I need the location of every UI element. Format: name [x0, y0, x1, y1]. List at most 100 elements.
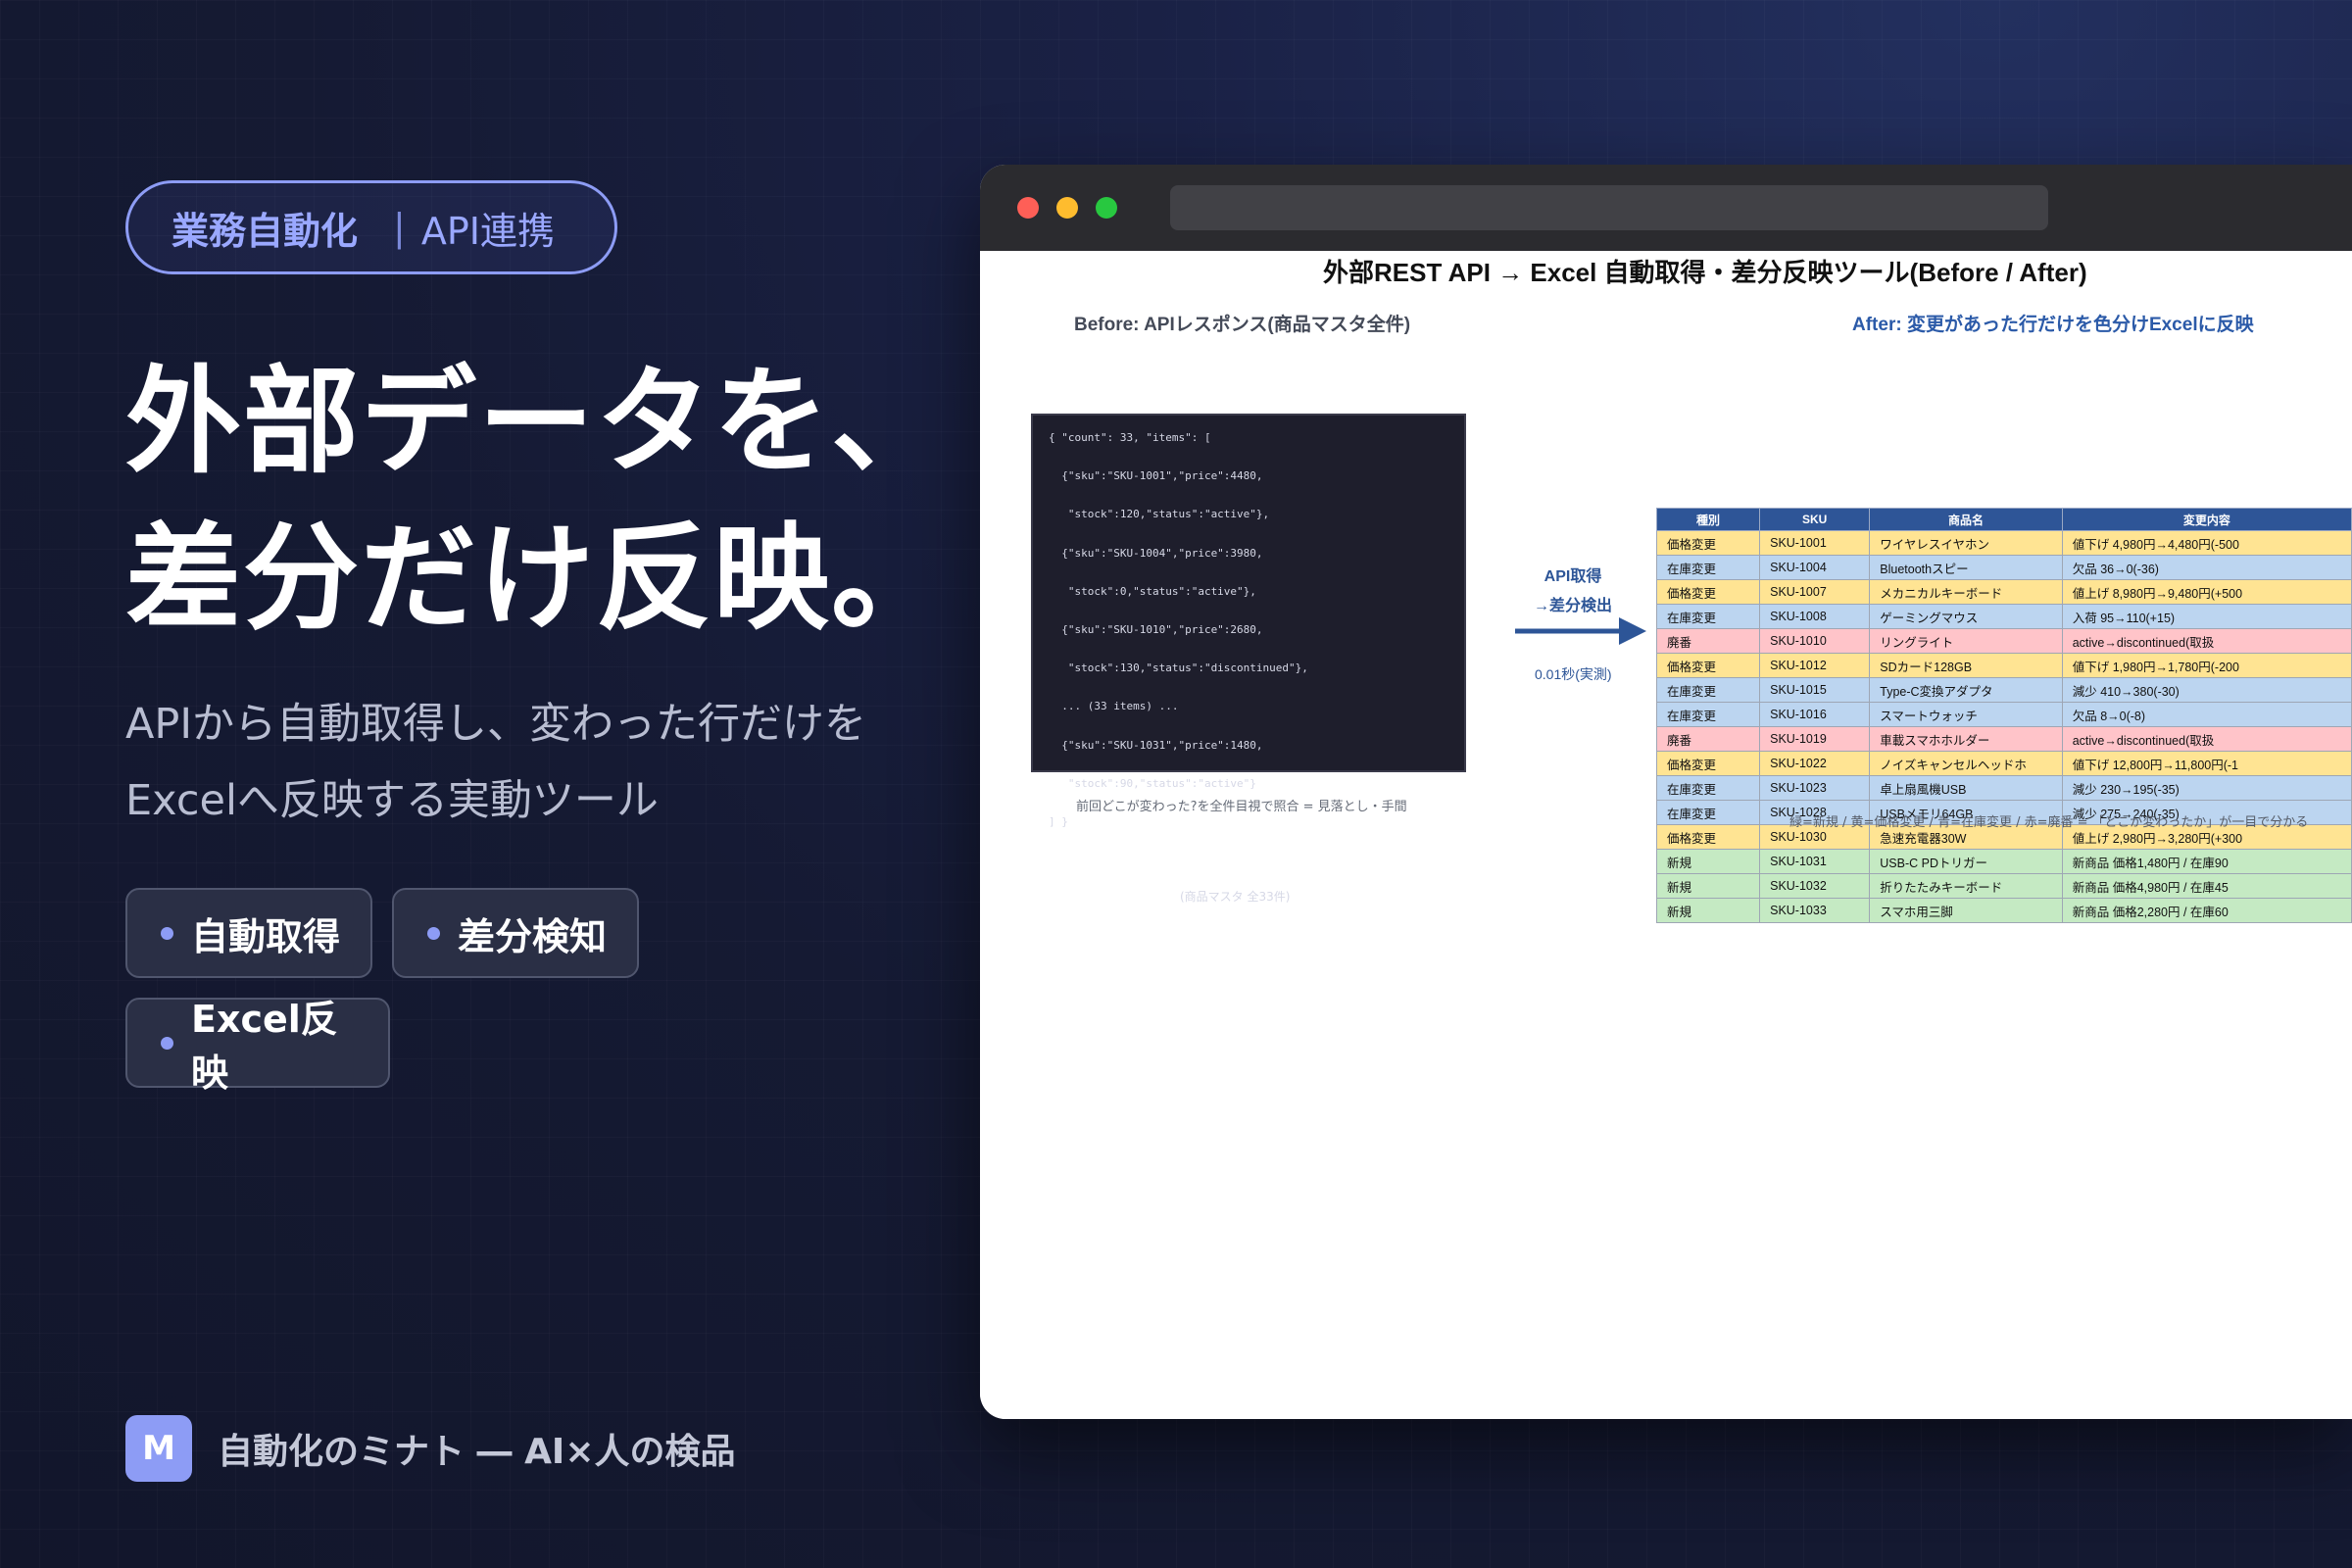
table-row: 価格変更 SKU-1022 ノイズキャンセルヘッドホ 値下げ 12,800円→11,8… — [1655, 751, 2352, 776]
cell-sku: SKU-1001 — [1759, 530, 1871, 556]
maximize-window-icon[interactable] — [1096, 197, 1117, 219]
after-label: After: 変更があった行だけを色分けExcelに反映 — [1852, 315, 2254, 335]
cell-kind: 在庫変更 — [1655, 775, 1761, 801]
brand-footer: M 自動化のミナト ― AI×人の検品 — [125, 1415, 736, 1482]
cell-product-name: Type-C変換アダプタ — [1869, 677, 2063, 703]
tag-label: 差分検知 — [458, 914, 608, 958]
bullet-dot-icon — [161, 1036, 173, 1050]
cell-kind: 廃番 — [1655, 726, 1761, 752]
code-line: ... (33 items) ... — [1049, 700, 1179, 713]
tag-excel-reflect: Excel反映 — [125, 998, 390, 1095]
cell-sku: SKU-1022 — [1759, 751, 1871, 776]
table-row: 在庫変更 SKU-1023 卓上扇風機USB 減少 230→195(-35) — [1655, 775, 2352, 801]
close-window-icon[interactable] — [1017, 197, 1039, 219]
cell-change: active→discontinued(取扱 — [2061, 628, 2352, 654]
cell-sku: SKU-1010 — [1759, 628, 1871, 654]
cell-change: active→discontinued(取扱 — [2061, 726, 2352, 752]
cell-sku: SKU-1015 — [1759, 677, 1871, 703]
subtitle-line-2: Excelへ反映する実動ツール — [125, 776, 659, 825]
tag-auto-fetch: 自動取得 — [125, 888, 372, 978]
tag-label: Excel反映 — [191, 998, 338, 1095]
header-kind: 種別 — [1655, 508, 1761, 531]
cell-kind: 在庫変更 — [1655, 555, 1761, 580]
minimize-window-icon[interactable] — [1056, 197, 1078, 219]
headline-line-2: 差分だけ反映。 — [125, 511, 950, 646]
code-line: {"sku":"SKU-1001","price":4480, — [1049, 469, 1263, 483]
cell-sku: SKU-1008 — [1759, 604, 1871, 629]
tag-diff-detect: 差分検知 — [392, 888, 639, 978]
code-line: {"sku":"SKU-1004","price":3980, — [1049, 546, 1263, 560]
code-line: {"sku":"SKU-1010","price":2680, — [1049, 622, 1263, 636]
cell-change: 欠品 8→0(-8) — [2061, 702, 2352, 727]
browser-toolbar — [980, 165, 2352, 251]
table-row: 新規 SKU-1031 USB-C PDトリガー 新商品 価格1,480円 / 在庫9… — [1655, 849, 2352, 874]
cell-product-name: スマートウォッチ — [1869, 702, 2063, 727]
code-line: "stock":120,"status":"active"}, — [1049, 508, 1270, 521]
tag-label: 自動取得 — [191, 914, 341, 958]
cell-change: 入荷 95→110(+15) — [2061, 604, 2352, 629]
cell-product-name: Bluetoothスピー — [1869, 555, 2063, 580]
bullet-dot-icon — [427, 926, 440, 940]
table-row: 廃番 SKU-1019 車載スマホホルダー active→discontinued(取… — [1655, 726, 2352, 752]
cell-kind: 新規 — [1655, 849, 1761, 874]
category-secondary: API連携 — [420, 209, 555, 253]
arrow-label-line-1: API取得 — [1544, 568, 1602, 585]
cell-kind: 価格変更 — [1655, 824, 1761, 850]
api-response-code: { "count": 33, "items": [ {"sku":"SKU-10… — [1031, 414, 1466, 904]
cell-change: 値下げ 1,980円→1,780円(-200 — [2061, 653, 2352, 678]
cell-sku: SKU-1004 — [1759, 555, 1871, 580]
cell-product-name: 折りたたみキーボード — [1869, 873, 2063, 899]
before-caption: 前回どこが変わった?を全件目視で照合 = 見落とし・手間 — [1076, 800, 1407, 814]
cell-kind: 価格変更 — [1655, 530, 1761, 556]
header-product-name: 商品名 — [1869, 508, 2063, 531]
code-line: { "count": 33, "items": [ — [1049, 431, 1211, 444]
category-primary: 業務自動化 — [172, 209, 359, 253]
cell-change: 値下げ 12,800円→11,800円(-1 — [2061, 751, 2352, 776]
table-row: 新規 SKU-1032 折りたたみキーボード 新商品 価格4,980円 / 在庫45 — [1655, 873, 2352, 899]
before-label: Before: APIレスポンス(商品マスタ全件) — [1074, 315, 1411, 335]
cell-sku: SKU-1012 — [1759, 653, 1871, 678]
cell-sku: SKU-1032 — [1759, 873, 1871, 899]
cell-change: 値下げ 4,980円→4,480円(-500 — [2061, 530, 2352, 556]
cell-product-name: ノイズキャンセルヘッドホ — [1869, 751, 2063, 776]
brand-logo: M — [125, 1415, 192, 1482]
category-pill: 業務自動化 | API連携 — [125, 180, 617, 274]
subtitle: APIから自動取得し、変わった行だけを Excelへ反映する実動ツール — [125, 686, 866, 839]
browser-window: 外部REST API → Excel 自動取得・差分反映ツール(Before /… — [980, 165, 2352, 1419]
cell-change: 新商品 価格4,980円 / 在庫45 — [2061, 873, 2352, 899]
table-row: 価格変更 SKU-1001 ワイヤレスイヤホン 値下げ 4,980円→4,480円(-… — [1655, 530, 2352, 556]
cell-kind: 在庫変更 — [1655, 604, 1761, 629]
address-bar[interactable] — [1170, 185, 2048, 230]
headline: 外部データを、 差分だけ反映。 — [125, 343, 949, 657]
code-line: "stock":0,"status":"active"}, — [1049, 584, 1256, 598]
arrow-time: 0.01秒(実測) — [1535, 666, 1612, 682]
cell-product-name: スマホ用三脚 — [1869, 898, 2063, 923]
header-sku: SKU — [1759, 508, 1871, 531]
cell-product-name: リングライト — [1869, 628, 2063, 654]
cell-sku: SKU-1023 — [1759, 775, 1871, 801]
code-note: (商品マスタ 全33件) — [1180, 890, 1291, 904]
cell-sku: SKU-1016 — [1759, 702, 1871, 727]
cell-change: 値上げ 8,980円→9,480円(+500 — [2061, 579, 2352, 605]
bullet-dot-icon — [161, 926, 173, 940]
category-separator: | — [393, 206, 406, 249]
cell-product-name: ワイヤレスイヤホン — [1869, 530, 2063, 556]
cell-kind: 価格変更 — [1655, 751, 1761, 776]
cell-kind: 新規 — [1655, 898, 1761, 923]
cell-kind: 在庫変更 — [1655, 800, 1761, 825]
cell-kind: 廃番 — [1655, 628, 1761, 654]
cell-kind: 価格変更 — [1655, 653, 1761, 678]
cell-kind: 在庫変更 — [1655, 677, 1761, 703]
cell-sku: SKU-1033 — [1759, 898, 1871, 923]
table-row: 在庫変更 SKU-1004 Bluetoothスピー 欠品 36→0(-36) — [1655, 555, 2352, 580]
cell-sku: SKU-1019 — [1759, 726, 1871, 752]
cell-product-name: 車載スマホホルダー — [1869, 726, 2063, 752]
subtitle-line-1: APIから自動取得し、変わった行だけを — [125, 700, 867, 749]
cell-change: 減少 410→380(-30) — [2061, 677, 2352, 703]
table-row: 価格変更 SKU-1012 SDカード128GB 値下げ 1,980円→1,780円(… — [1655, 653, 2352, 678]
headline-line-1: 外部データを、 — [125, 354, 950, 489]
cell-product-name: メカニカルキーボード — [1869, 579, 2063, 605]
table-row: 廃番 SKU-1010 リングライト active→discontinued(取扱 — [1655, 628, 2352, 654]
cell-change: 欠品 36→0(-36) — [2061, 555, 2352, 580]
after-caption: 緑=新規 / 黄=価格変更 / 青=在庫変更 / 赤=廃番 = 「どこが変わった… — [1789, 815, 2309, 830]
